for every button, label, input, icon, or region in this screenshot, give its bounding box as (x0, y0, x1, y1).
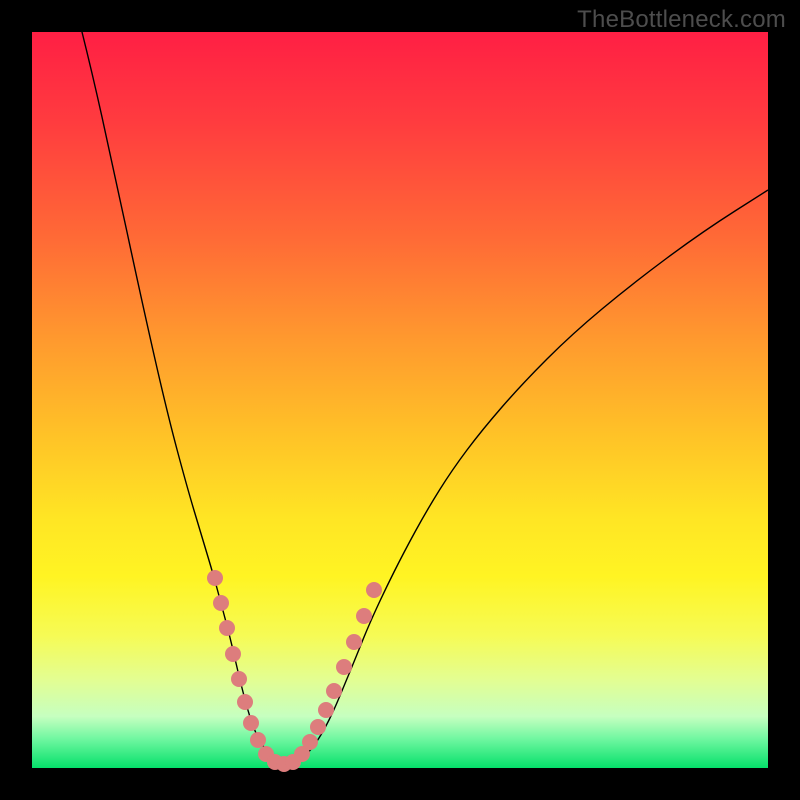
bottleneck-curve (72, 0, 768, 764)
data-dot (243, 715, 259, 731)
data-dots-group (207, 570, 382, 772)
data-dot (302, 734, 318, 750)
data-dot (318, 702, 334, 718)
data-dot (326, 683, 342, 699)
plot-area (32, 32, 768, 768)
data-dot (346, 634, 362, 650)
data-dot (356, 608, 372, 624)
data-dot (231, 671, 247, 687)
chart-frame: TheBottleneck.com (0, 0, 800, 800)
data-dot (237, 694, 253, 710)
data-dot (213, 595, 229, 611)
data-dot (366, 582, 382, 598)
data-dot (310, 719, 326, 735)
data-dot (219, 620, 235, 636)
chart-svg (32, 32, 768, 768)
data-dot (207, 570, 223, 586)
watermark-text: TheBottleneck.com (577, 6, 786, 34)
data-dot (336, 659, 352, 675)
data-dot (225, 646, 241, 662)
data-dot (250, 732, 266, 748)
